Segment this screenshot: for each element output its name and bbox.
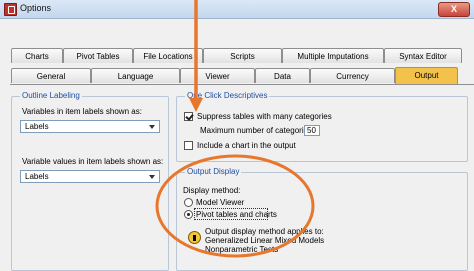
tab-pivot-tables[interactable]: Pivot Tables [63, 48, 133, 63]
variables-display-value: Labels [25, 122, 49, 131]
tab-viewer[interactable]: Viewer [180, 68, 255, 83]
note-line-2: Generalized Linear Mixed Models [205, 236, 325, 245]
descriptives-title: One Click Descriptives [185, 91, 270, 100]
max-categories-label: Maximum number of categories: [200, 126, 315, 135]
tab-syntax-editor[interactable]: Syntax Editor [384, 48, 462, 63]
display-method-label: Display method: [183, 186, 241, 195]
tab-multiple-imputations[interactable]: Multiple Imputations [282, 48, 384, 63]
output-display-title: Output Display [185, 167, 242, 176]
include-chart-label: Include a chart in the output [197, 141, 296, 150]
pivot-tables-radio[interactable] [184, 210, 193, 219]
info-icon [188, 231, 201, 244]
tab-charts[interactable]: Charts [11, 48, 63, 63]
model-viewer-label: Model Viewer [196, 198, 245, 207]
chevron-down-icon [147, 172, 157, 181]
pivot-tables-label: Pivot tables and charts [196, 210, 277, 219]
tab-data[interactable]: Data [255, 68, 310, 83]
chevron-down-icon [147, 122, 157, 131]
suppress-tables-checkbox[interactable] [184, 112, 193, 121]
tab-general[interactable]: General [11, 68, 91, 83]
variables-label: Variables in item labels shown as: [22, 107, 142, 116]
app-icon [4, 3, 17, 16]
tab-currency[interactable]: Currency [310, 68, 395, 83]
model-viewer-radio[interactable] [184, 198, 193, 207]
max-categories-input[interactable]: 50 [304, 125, 320, 136]
tab-file-locations[interactable]: File Locations [133, 48, 203, 63]
close-button[interactable]: X [438, 2, 470, 17]
tab-language[interactable]: Language [91, 68, 180, 83]
values-label: Variable values in item labels shown as: [22, 157, 164, 166]
values-display-select[interactable]: Labels [20, 170, 160, 183]
note-line-3: Nonparametric Tests [205, 245, 279, 254]
suppress-tables-label: Suppress tables with many categories [197, 112, 332, 121]
window-title: Options [20, 3, 52, 13]
tab-divider [10, 84, 474, 85]
include-chart-checkbox[interactable] [184, 141, 193, 150]
options-dialog: Options X Charts Pivot Tables File Locat… [0, 0, 474, 271]
outline-labeling-title: Outline Labeling [20, 91, 82, 100]
variables-display-select[interactable]: Labels [20, 120, 160, 133]
note-line-1: Output display method applies to: [205, 227, 324, 236]
title-bar: Options X [0, 0, 474, 19]
tab-output[interactable]: Output [395, 67, 458, 85]
tab-scripts[interactable]: Scripts [203, 48, 282, 63]
values-display-value: Labels [25, 172, 49, 181]
